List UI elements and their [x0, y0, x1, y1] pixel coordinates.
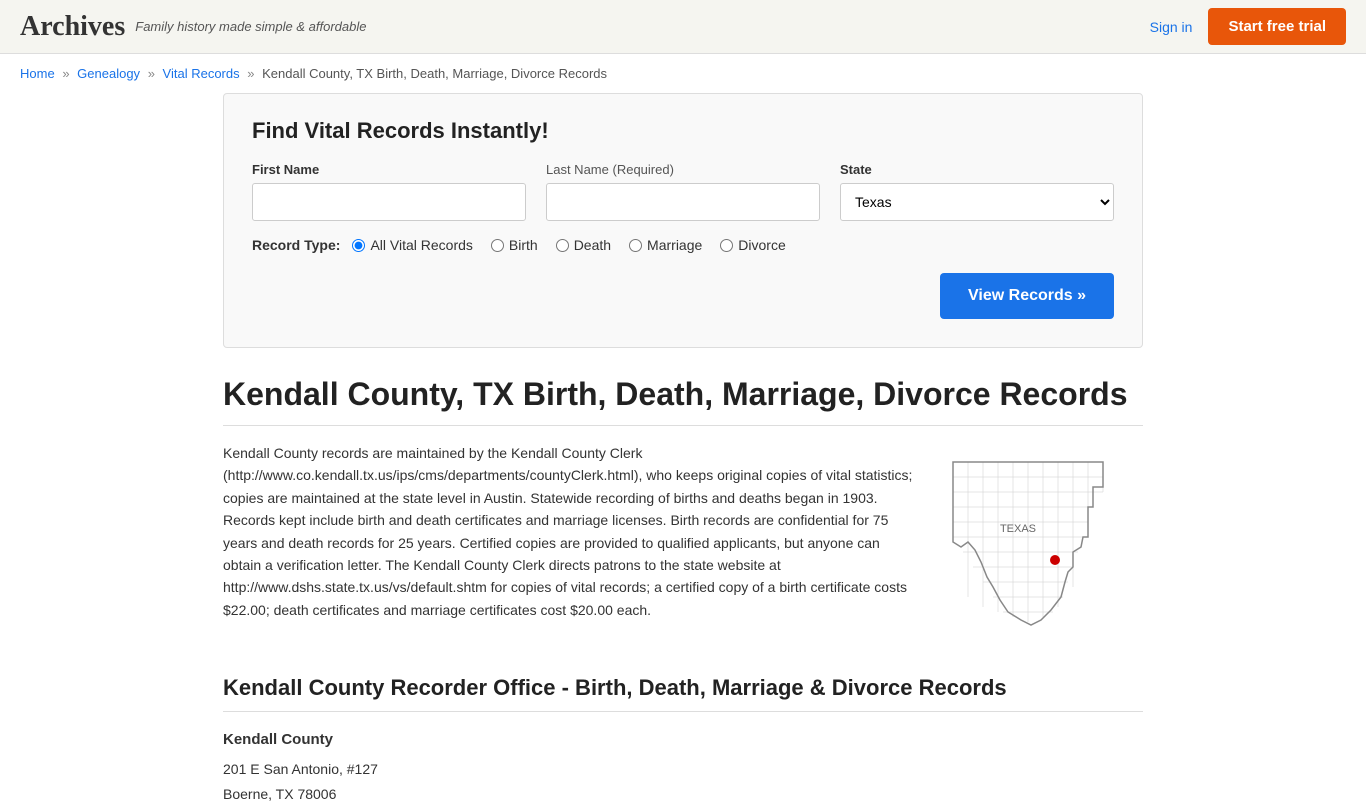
radio-death[interactable]: Death: [556, 237, 611, 253]
page-title: Kendall County, TX Birth, Death, Marriag…: [223, 376, 1143, 426]
state-label: State: [840, 162, 1114, 177]
description-text: Kendall County records are maintained by…: [223, 442, 913, 645]
search-fields: First Name Last Name (Required) State Al…: [252, 162, 1114, 221]
breadcrumb-vital-records[interactable]: Vital Records: [163, 66, 240, 81]
address-line2: Boerne, TX 78006: [223, 786, 336, 802]
state-field-group: State All United States Alabama Alaska A…: [840, 162, 1114, 221]
record-type-label: Record Type:: [252, 237, 340, 253]
county-name: Kendall County: [223, 726, 1143, 753]
radio-all-vital-records[interactable]: All Vital Records: [352, 237, 472, 253]
radio-group: All Vital Records Birth Death Marriage D…: [352, 237, 785, 253]
site-header: Archives Family history made simple & af…: [0, 0, 1366, 54]
breadcrumb-home[interactable]: Home: [20, 66, 55, 81]
last-name-label: Last Name (Required): [546, 162, 820, 177]
county-marker: [1050, 555, 1060, 565]
search-box: Find Vital Records Instantly! First Name…: [223, 93, 1143, 348]
radio-divorce[interactable]: Divorce: [720, 237, 785, 253]
last-name-input[interactable]: [546, 183, 820, 221]
sign-in-link[interactable]: Sign in: [1150, 19, 1193, 35]
breadcrumb-current: Kendall County, TX Birth, Death, Marriag…: [262, 66, 607, 81]
header-left: Archives Family history made simple & af…: [20, 11, 366, 43]
site-tagline: Family history made simple & affordable: [135, 19, 366, 34]
breadcrumb-genealogy[interactable]: Genealogy: [77, 66, 140, 81]
start-trial-button[interactable]: Start free trial: [1208, 8, 1346, 45]
radio-marriage[interactable]: Marriage: [629, 237, 702, 253]
radio-birth[interactable]: Birth: [491, 237, 538, 253]
description-section: Kendall County records are maintained by…: [223, 442, 1143, 645]
first-name-label: First Name: [252, 162, 526, 177]
search-title: Find Vital Records Instantly!: [252, 118, 1114, 144]
recorder-section-title: Kendall County Recorder Office - Birth, …: [223, 675, 1143, 712]
last-name-field-group: Last Name (Required): [546, 162, 820, 221]
texas-map: TEXAS: [943, 442, 1143, 645]
main-content: Find Vital Records Instantly! First Name…: [203, 93, 1163, 807]
record-type-row: Record Type: All Vital Records Birth Dea…: [252, 237, 1114, 253]
breadcrumb: Home » Genealogy » Vital Records » Kenda…: [0, 54, 1366, 93]
header-right: Sign in Start free trial: [1150, 8, 1346, 45]
state-select[interactable]: All United States Alabama Alaska Arizona…: [840, 183, 1114, 221]
texas-map-svg: TEXAS: [943, 442, 1143, 642]
site-logo: Archives: [20, 11, 125, 43]
first-name-field-group: First Name: [252, 162, 526, 221]
recorder-info: Kendall County 201 E San Antonio, #127 B…: [223, 726, 1143, 807]
first-name-input[interactable]: [252, 183, 526, 221]
address-line1: 201 E San Antonio, #127: [223, 761, 378, 777]
svg-text:TEXAS: TEXAS: [1000, 523, 1036, 535]
view-records-button[interactable]: View Records »: [940, 273, 1114, 319]
view-records-row: View Records »: [252, 273, 1114, 319]
